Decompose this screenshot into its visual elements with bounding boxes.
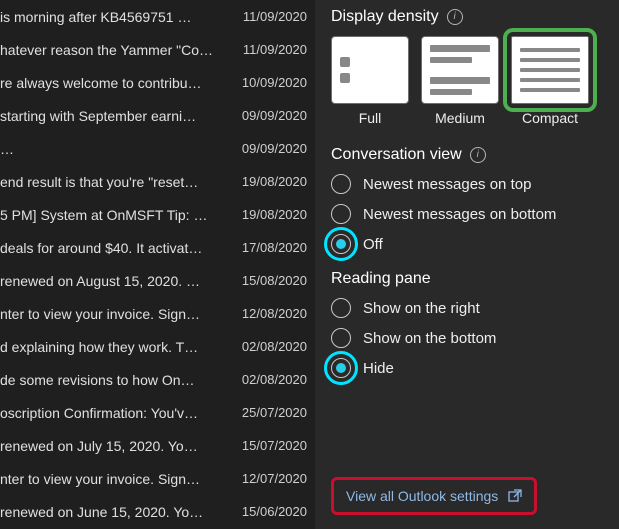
email-subject: … — [0, 141, 227, 157]
open-in-new-icon — [508, 489, 522, 503]
conversation-view-group: Newest messages on top Newest messages o… — [331, 174, 603, 254]
email-date: 02/08/2020 — [227, 339, 307, 354]
display-density-label: Display density — [331, 8, 439, 26]
email-row[interactable]: renewed on August 15, 2020. …15/08/2020 — [0, 264, 315, 297]
conv-newest-top-label: Newest messages on top — [363, 176, 531, 193]
email-subject: renewed on July 15, 2020. Yo… — [0, 438, 227, 454]
email-subject: d explaining how they work. T… — [0, 339, 227, 355]
reading-pane-title: Reading pane — [331, 270, 603, 288]
email-row[interactable]: renewed on July 15, 2020. Yo…15/07/2020 — [0, 429, 315, 462]
conv-off-label: Off — [363, 236, 383, 253]
email-subject: deals for around $40. It activat… — [0, 240, 227, 256]
pane-bottom-label: Show on the bottom — [363, 330, 496, 347]
email-subject: is morning after KB4569751 … — [0, 9, 227, 25]
email-subject: hatever reason the Yammer "Co… — [0, 42, 227, 58]
email-row[interactable]: deals for around $40. It activat…17/08/2… — [0, 231, 315, 264]
radio-icon — [331, 234, 351, 254]
email-date: 15/07/2020 — [227, 438, 307, 453]
pane-right-label: Show on the right — [363, 300, 480, 317]
email-date: 09/09/2020 — [227, 108, 307, 123]
radio-icon — [331, 328, 351, 348]
email-subject: oscription Confirmation: You'v… — [0, 405, 227, 421]
radio-icon — [331, 174, 351, 194]
email-row[interactable]: starting with September earni…09/09/2020 — [0, 99, 315, 132]
email-row[interactable]: renewed on June 15, 2020. Yo…15/06/2020 — [0, 495, 315, 528]
email-subject: nter to view your invoice. Sign… — [0, 471, 227, 487]
email-subject: 5 PM] System at OnMSFT Tip: … — [0, 207, 227, 223]
email-date: 12/07/2020 — [227, 471, 307, 486]
email-subject: renewed on June 15, 2020. Yo… — [0, 504, 227, 520]
email-subject: re always welcome to contribu… — [0, 75, 227, 91]
pane-right[interactable]: Show on the right — [331, 298, 603, 318]
view-all-settings-wrap: View all Outlook settings — [331, 477, 603, 517]
density-options-row: Full Medium Compact — [331, 36, 603, 126]
email-date: 02/08/2020 — [227, 372, 307, 387]
email-date: 11/09/2020 — [227, 42, 307, 57]
email-row[interactable]: re always welcome to contribu…10/09/2020 — [0, 66, 315, 99]
email-row[interactable]: 5 PM] System at OnMSFT Tip: …19/08/2020 — [0, 198, 315, 231]
view-all-label: View all Outlook settings — [346, 488, 498, 504]
email-date: 19/08/2020 — [227, 174, 307, 189]
email-row[interactable]: d explaining how they work. T…02/08/2020 — [0, 330, 315, 363]
info-icon[interactable]: i — [470, 147, 486, 163]
conv-newest-bottom[interactable]: Newest messages on bottom — [331, 204, 603, 224]
email-list: is morning after KB4569751 …11/09/2020ha… — [0, 0, 315, 529]
density-full-label: Full — [359, 110, 382, 126]
email-date: 10/09/2020 — [227, 75, 307, 90]
view-all-outlook-settings-button[interactable]: View all Outlook settings — [331, 477, 537, 515]
pane-hide[interactable]: Hide — [331, 358, 603, 378]
pane-bottom[interactable]: Show on the bottom — [331, 328, 603, 348]
email-row[interactable]: is morning after KB4569751 …11/09/2020 — [0, 0, 315, 33]
density-option-full[interactable]: Full — [331, 36, 409, 126]
info-icon[interactable]: i — [447, 9, 463, 25]
conversation-view-title: Conversation view i — [331, 146, 603, 164]
reading-pane-label: Reading pane — [331, 270, 431, 288]
email-date: 15/06/2020 — [227, 504, 307, 519]
email-date: 15/08/2020 — [227, 273, 307, 288]
email-date: 09/09/2020 — [227, 141, 307, 156]
display-density-title: Display density i — [331, 8, 603, 26]
conversation-view-label: Conversation view — [331, 146, 462, 164]
email-date: 19/08/2020 — [227, 207, 307, 222]
radio-icon — [331, 358, 351, 378]
email-subject: starting with September earni… — [0, 108, 227, 124]
conv-off[interactable]: Off — [331, 234, 603, 254]
conv-newest-top[interactable]: Newest messages on top — [331, 174, 603, 194]
email-date: 12/08/2020 — [227, 306, 307, 321]
email-row[interactable]: hatever reason the Yammer "Co…11/09/2020 — [0, 33, 315, 66]
email-date: 17/08/2020 — [227, 240, 307, 255]
quick-settings-panel: Display density i Full Medium — [315, 0, 619, 529]
email-row[interactable]: oscription Confirmation: You'v…25/07/202… — [0, 396, 315, 429]
email-subject: renewed on August 15, 2020. … — [0, 273, 227, 289]
conv-newest-bottom-label: Newest messages on bottom — [363, 206, 556, 223]
email-row[interactable]: …09/09/2020 — [0, 132, 315, 165]
pane-hide-label: Hide — [363, 360, 394, 377]
density-compact-label: Compact — [522, 110, 578, 126]
radio-icon — [331, 204, 351, 224]
email-row[interactable]: nter to view your invoice. Sign…12/07/20… — [0, 462, 315, 495]
email-subject: de some revisions to how On… — [0, 372, 227, 388]
email-row[interactable]: de some revisions to how On…02/08/2020 — [0, 363, 315, 396]
density-option-medium[interactable]: Medium — [421, 36, 499, 126]
email-row[interactable]: nter to view your invoice. Sign…12/08/20… — [0, 297, 315, 330]
density-medium-label: Medium — [435, 110, 485, 126]
email-date: 25/07/2020 — [227, 405, 307, 420]
density-option-compact[interactable]: Compact — [511, 36, 589, 126]
email-date: 11/09/2020 — [227, 9, 307, 24]
reading-pane-group: Show on the right Show on the bottom Hid… — [331, 298, 603, 378]
radio-icon — [331, 298, 351, 318]
email-row[interactable]: end result is that you're "reset…19/08/2… — [0, 165, 315, 198]
email-subject: end result is that you're "reset… — [0, 174, 227, 190]
email-subject: nter to view your invoice. Sign… — [0, 306, 227, 322]
